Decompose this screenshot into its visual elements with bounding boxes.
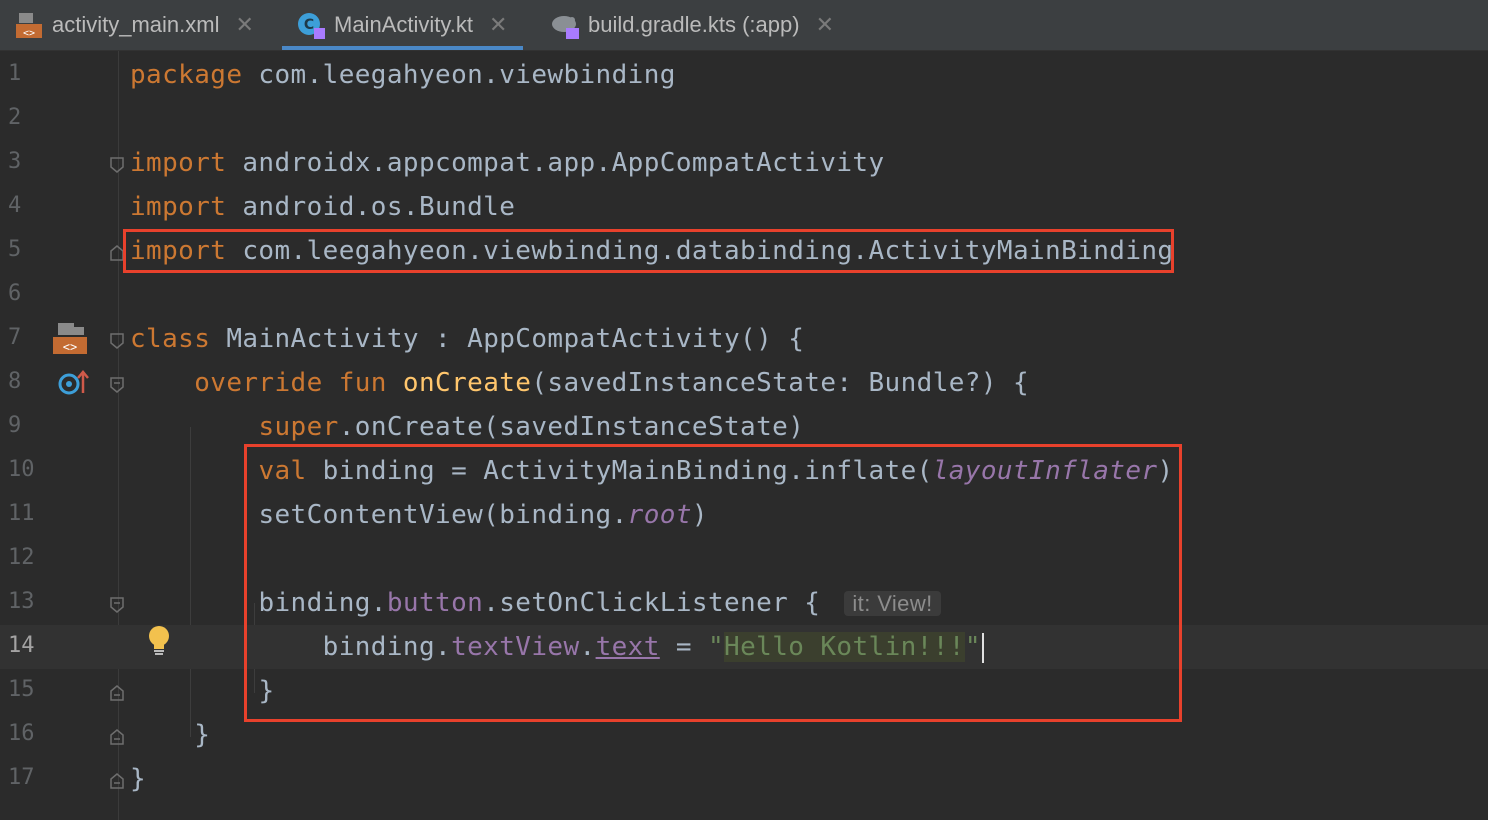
tab-mainactivity-kt[interactable]: C MainActivity.kt ✕: [282, 0, 524, 50]
xml-layout-icon: <>: [14, 10, 44, 40]
fold-close-icon[interactable]: [110, 245, 124, 261]
close-icon[interactable]: ✕: [235, 12, 253, 38]
tab-label: MainActivity.kt: [334, 12, 473, 37]
fold-open-icon[interactable]: [110, 333, 124, 349]
fold-open-icon[interactable]: [110, 377, 124, 393]
line-code: super.onCreate(savedInstanceState): [258, 412, 805, 442]
tab-build-gradle-kts[interactable]: build.gradle.kts (:app) ✕: [550, 0, 834, 50]
code-line[interactable]: 3 import androidx.appcompat.app.AppCompa…: [0, 141, 1488, 185]
svg-text:C: C: [304, 17, 314, 33]
line-number: 14: [8, 633, 35, 658]
code-line[interactable]: 4 import android.os.Bundle: [0, 185, 1488, 229]
line-number: 2: [8, 105, 22, 130]
line-number: 17: [8, 765, 35, 790]
svg-text:<>: <>: [23, 28, 35, 39]
line-number: 15: [8, 677, 35, 702]
fold-open-icon[interactable]: [110, 157, 124, 173]
line-number: 7: [8, 325, 22, 350]
line-code: }: [194, 720, 211, 750]
override-method-icon[interactable]: [58, 369, 90, 401]
line-number: 11: [8, 501, 35, 526]
line-code: import android.os.Bundle: [130, 192, 516, 222]
line-number: 13: [8, 589, 35, 614]
fold-close-icon[interactable]: [110, 773, 124, 789]
line-number: 3: [8, 149, 22, 174]
line-number: 4: [8, 193, 22, 218]
close-icon[interactable]: ✕: [816, 12, 834, 38]
line-code: }: [130, 764, 147, 794]
line-code: import androidx.appcompat.app.AppCompatA…: [130, 148, 885, 178]
line-number: 1: [8, 61, 22, 86]
tab-label: activity_main.xml: [52, 12, 220, 37]
svg-text:<>: <>: [63, 340, 77, 354]
kotlin-class-icon: C: [296, 10, 326, 40]
tab-label: build.gradle.kts (:app): [588, 12, 800, 37]
highlight-box-import: [123, 229, 1174, 273]
line-number: 8: [8, 369, 22, 394]
close-icon[interactable]: ✕: [489, 12, 507, 38]
tab-activity-main-xml[interactable]: <> activity_main.xml ✕: [14, 0, 254, 50]
editor-tab-bar: <> activity_main.xml ✕ C MainActivity.kt…: [0, 0, 1488, 51]
line-number: 6: [8, 281, 22, 306]
code-line[interactable]: 8 override fun onCreate(savedInstanceSta…: [0, 361, 1488, 405]
code-line[interactable]: 17 }: [0, 757, 1488, 801]
gradle-kotlin-icon: [550, 10, 580, 40]
code-line[interactable]: 1 package com.leegahyeon.viewbinding: [0, 53, 1488, 97]
code-line[interactable]: 7 class MainActivity : AppCompatActivity…: [0, 317, 1488, 361]
fold-open-icon[interactable]: [110, 597, 124, 613]
layout-file-icon[interactable]: <>: [52, 321, 88, 359]
code-editor[interactable]: 1 package com.leegahyeon.viewbinding 2 3…: [0, 51, 1488, 820]
line-number: 10: [8, 457, 35, 482]
fold-close-icon[interactable]: [110, 685, 124, 701]
line-number: 16: [8, 721, 35, 746]
line-code: class MainActivity : AppCompatActivity()…: [130, 324, 805, 354]
line-number: 5: [8, 237, 22, 262]
line-code: override fun onCreate(savedInstanceState…: [194, 368, 1030, 398]
fold-close-icon[interactable]: [110, 729, 124, 745]
lightbulb-icon[interactable]: [146, 625, 172, 661]
line-code: package com.leegahyeon.viewbinding: [130, 60, 676, 90]
code-line[interactable]: 6: [0, 273, 1488, 317]
code-line[interactable]: 9 super.onCreate(savedInstanceState): [0, 405, 1488, 449]
code-line[interactable]: 2: [0, 97, 1488, 141]
line-number: 9: [8, 413, 22, 438]
highlight-box-binding-code: [244, 444, 1182, 722]
line-number: 12: [8, 545, 35, 570]
